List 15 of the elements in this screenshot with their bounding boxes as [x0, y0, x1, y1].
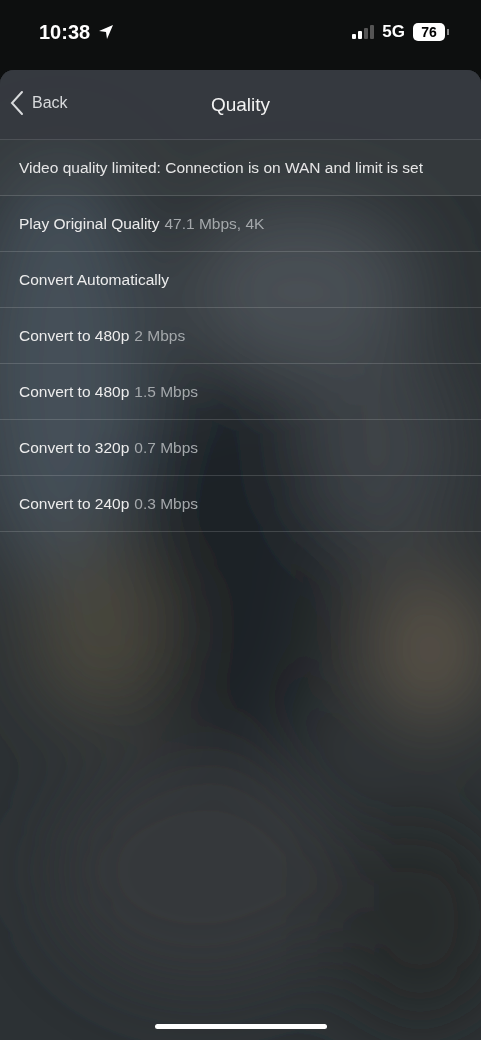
quality-option[interactable]: Play Original Quality 47.1 Mbps, 4K	[0, 196, 481, 252]
battery-level: 76	[413, 23, 445, 41]
screen-title: Quality	[210, 93, 271, 116]
quality-option[interactable]: Convert to 480p 2 Mbps	[0, 308, 481, 364]
chevron-left-icon	[10, 90, 24, 116]
back-button[interactable]: Back	[10, 90, 68, 116]
status-time: 10:38	[39, 20, 91, 44]
network-label: 5G	[382, 22, 405, 42]
quality-option[interactable]: Convert to 320p 0.7 Mbps	[0, 420, 481, 476]
quality-option[interactable]: Convert to 480p 1.5 Mbps	[0, 364, 481, 420]
signal-icon	[352, 25, 375, 39]
quality-notice: Video quality limited: Connection is on WAN and limit is set	[0, 140, 481, 196]
quality-option[interactable]: Convert to 240p 0.3 Mbps	[0, 476, 481, 532]
quality-option[interactable]: Convert Automatically	[0, 252, 481, 308]
location-arrow-icon	[98, 24, 115, 40]
